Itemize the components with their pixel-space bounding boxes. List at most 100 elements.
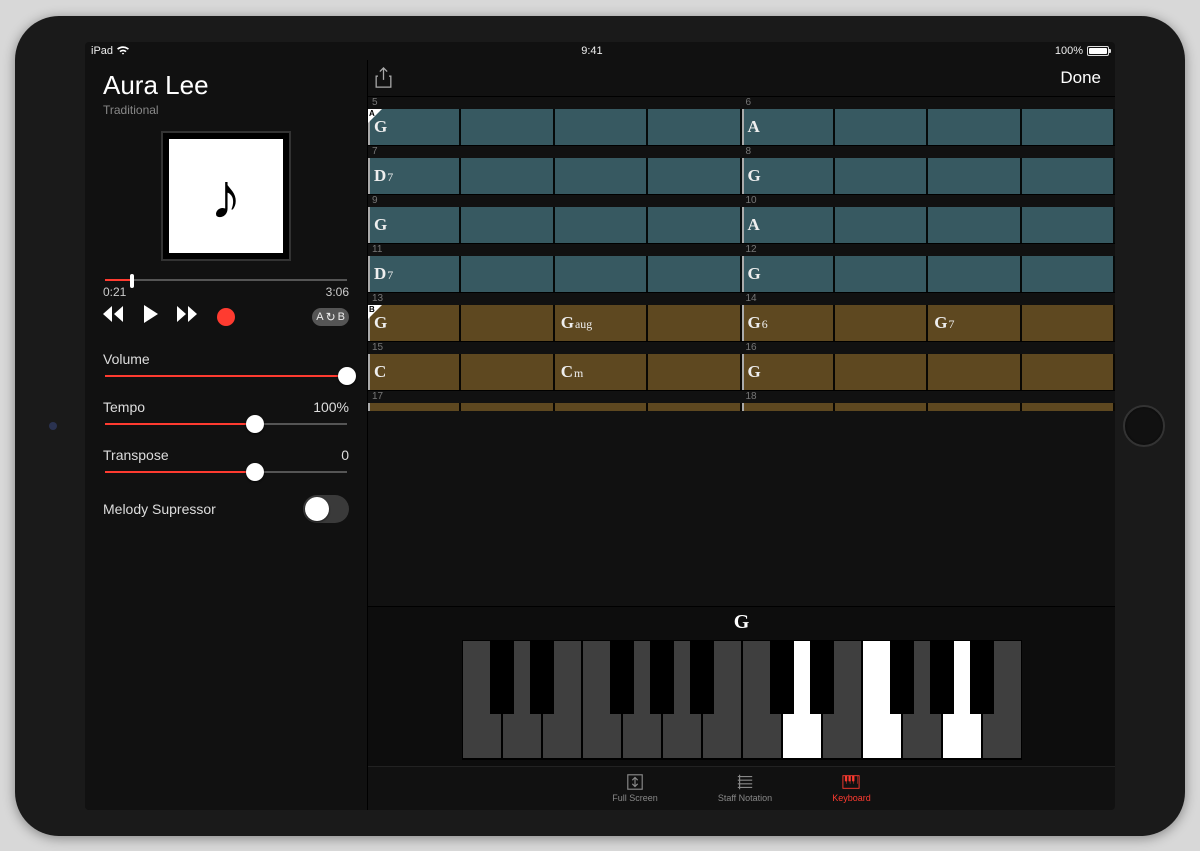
chord-cell[interactable]: GB bbox=[368, 305, 461, 341]
footer-tab-keyboard[interactable]: Keyboard bbox=[832, 773, 871, 803]
black-key[interactable] bbox=[650, 640, 674, 714]
transpose-slider[interactable] bbox=[105, 471, 347, 473]
chord-cell[interactable]: G bbox=[368, 207, 461, 243]
chord-cell[interactable] bbox=[928, 354, 1021, 390]
chord-cell[interactable] bbox=[835, 158, 928, 194]
chord-cell[interactable] bbox=[928, 158, 1021, 194]
chord-cell[interactable] bbox=[648, 256, 741, 292]
black-key[interactable] bbox=[930, 640, 954, 714]
wifi-icon bbox=[117, 46, 129, 56]
chord-cell[interactable] bbox=[928, 403, 1021, 411]
chord-cell[interactable] bbox=[835, 207, 928, 243]
song-subtitle: Traditional bbox=[103, 103, 349, 117]
measure-number: 6 bbox=[742, 97, 1116, 109]
chord-cell[interactable]: D7 bbox=[368, 158, 461, 194]
chord-cell[interactable] bbox=[461, 256, 554, 292]
chord-cell[interactable] bbox=[461, 109, 554, 145]
record-button[interactable] bbox=[217, 308, 235, 326]
chord-cell[interactable] bbox=[555, 207, 648, 243]
tempo-slider-knob[interactable] bbox=[246, 415, 264, 433]
chord-cell[interactable] bbox=[461, 158, 554, 194]
chord-cell[interactable] bbox=[835, 354, 928, 390]
transpose-slider-knob[interactable] bbox=[246, 463, 264, 481]
measure-number: 5 bbox=[368, 97, 742, 109]
ipad-home-button[interactable] bbox=[1123, 405, 1165, 447]
chord-cell[interactable] bbox=[742, 403, 835, 411]
black-key[interactable] bbox=[690, 640, 714, 714]
footer-tab-staff[interactable]: Staff Notation bbox=[718, 773, 772, 803]
chord-cell[interactable] bbox=[648, 158, 741, 194]
chord-cell[interactable] bbox=[1022, 256, 1115, 292]
chord-cell[interactable]: Cm bbox=[555, 354, 648, 390]
black-key[interactable] bbox=[530, 640, 554, 714]
chord-cell[interactable] bbox=[461, 305, 554, 341]
chord-cell[interactable]: G6 bbox=[742, 305, 835, 341]
tempo-slider[interactable] bbox=[105, 423, 347, 425]
chord-cell[interactable] bbox=[461, 403, 554, 411]
black-key[interactable] bbox=[810, 640, 834, 714]
chord-cell[interactable]: A bbox=[742, 207, 835, 243]
chord-cell[interactable] bbox=[1022, 207, 1115, 243]
chord-cell[interactable]: A bbox=[742, 109, 835, 145]
chord-cell[interactable]: Gaug bbox=[555, 305, 648, 341]
scrubber-handle[interactable] bbox=[130, 274, 134, 288]
chord-cell[interactable] bbox=[648, 305, 741, 341]
music-note-icon: ♪ bbox=[169, 139, 283, 253]
rewind-button[interactable] bbox=[103, 305, 125, 328]
chord-cell[interactable]: G bbox=[742, 158, 835, 194]
chord-cell[interactable] bbox=[928, 207, 1021, 243]
chord-cell[interactable]: G bbox=[742, 256, 835, 292]
chord-cell[interactable] bbox=[461, 207, 554, 243]
chord-cell[interactable] bbox=[555, 109, 648, 145]
chord-cell[interactable] bbox=[555, 403, 648, 411]
piano-keyboard[interactable] bbox=[368, 638, 1115, 770]
chord-cell[interactable] bbox=[928, 256, 1021, 292]
chord-cell[interactable] bbox=[835, 305, 928, 341]
chord-cell[interactable] bbox=[648, 207, 741, 243]
chord-cell[interactable] bbox=[1022, 109, 1115, 145]
chord-cell[interactable] bbox=[555, 256, 648, 292]
black-key[interactable] bbox=[970, 640, 994, 714]
ab-loop-button[interactable]: A↻B bbox=[312, 308, 349, 326]
chord-cell[interactable]: C bbox=[368, 354, 461, 390]
sidebar: Aura Lee Traditional ♪ 0:21 3:06 bbox=[85, 60, 368, 810]
chord-cell[interactable]: GA bbox=[368, 109, 461, 145]
footer-tab-fullscreen[interactable]: Full Screen bbox=[612, 773, 658, 803]
forward-button[interactable] bbox=[177, 305, 199, 328]
chord-cell[interactable] bbox=[835, 403, 928, 411]
black-key[interactable] bbox=[890, 640, 914, 714]
chord-cell[interactable] bbox=[835, 109, 928, 145]
melody-suppressor-toggle[interactable] bbox=[303, 495, 349, 523]
chord-cell[interactable] bbox=[1022, 354, 1115, 390]
chord-cell[interactable] bbox=[1022, 403, 1115, 411]
chord-cell[interactable] bbox=[648, 354, 741, 390]
measure-number: 8 bbox=[742, 146, 1116, 158]
chord-cell[interactable] bbox=[648, 403, 741, 411]
play-button[interactable] bbox=[143, 305, 159, 329]
content-topbar: Done bbox=[368, 60, 1115, 96]
transpose-value: 0 bbox=[341, 447, 349, 463]
chord-grid[interactable]: 56GAA78D7G910GA1112D7G1314GBGaugG6G71516… bbox=[368, 96, 1115, 606]
black-key[interactable] bbox=[490, 640, 514, 714]
chord-cell[interactable] bbox=[461, 354, 554, 390]
ipad-frame: iPad 9:41 100% Aura Lee Traditional ♪ bbox=[15, 16, 1185, 836]
chord-cell[interactable] bbox=[1022, 158, 1115, 194]
volume-slider[interactable] bbox=[105, 375, 347, 377]
footer-tab-label: Full Screen bbox=[612, 793, 658, 803]
measure-number: 16 bbox=[742, 342, 1116, 354]
black-key[interactable] bbox=[610, 640, 634, 714]
chord-cell[interactable]: G7 bbox=[928, 305, 1021, 341]
done-button[interactable]: Done bbox=[1060, 68, 1101, 88]
chord-cell[interactable] bbox=[555, 158, 648, 194]
black-key[interactable] bbox=[770, 640, 794, 714]
chord-cell[interactable] bbox=[368, 403, 461, 411]
chord-cell[interactable] bbox=[835, 256, 928, 292]
share-icon[interactable] bbox=[374, 67, 393, 89]
chord-cell[interactable]: G bbox=[742, 354, 835, 390]
volume-slider-knob[interactable] bbox=[338, 367, 356, 385]
chord-cell[interactable] bbox=[1022, 305, 1115, 341]
chord-cell[interactable] bbox=[648, 109, 741, 145]
chord-cell[interactable] bbox=[928, 109, 1021, 145]
chord-cell[interactable]: D7 bbox=[368, 256, 461, 292]
playback-timeline[interactable]: 0:21 3:06 bbox=[103, 279, 349, 299]
